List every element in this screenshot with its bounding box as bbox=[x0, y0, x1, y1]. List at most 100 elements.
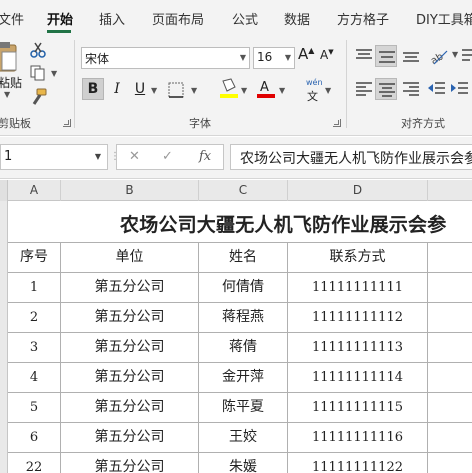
font-size-select[interactable]: 16 ▼ bbox=[253, 47, 295, 69]
clipboard-launcher-icon[interactable] bbox=[63, 119, 71, 127]
wrap-text-icon[interactable] bbox=[462, 47, 472, 65]
cell-name[interactable]: 王姣 bbox=[199, 423, 288, 452]
cell-unit[interactable]: 第五分公司 bbox=[61, 333, 199, 362]
cell-index[interactable]: 2 bbox=[8, 303, 61, 332]
phonetic-dropdown-icon[interactable]: ▼ bbox=[325, 86, 331, 95]
underline-dropdown-icon[interactable]: ▼ bbox=[151, 86, 157, 95]
header-cell-unit[interactable]: 单位 bbox=[61, 243, 199, 272]
insert-function-button[interactable]: fx bbox=[199, 149, 211, 164]
cell-empty[interactable] bbox=[428, 423, 472, 452]
align-top-icon[interactable] bbox=[354, 47, 374, 65]
font-group-label: 字体 bbox=[189, 117, 211, 130]
decrease-font-size-button[interactable]: A▼ bbox=[320, 48, 334, 62]
cell-index[interactable]: 1 bbox=[8, 273, 61, 302]
borders-icon[interactable] bbox=[167, 81, 187, 99]
fill-color-dropdown-icon[interactable]: ▼ bbox=[241, 86, 247, 95]
column-header-d[interactable]: D bbox=[288, 180, 428, 201]
cut-icon[interactable] bbox=[30, 42, 46, 58]
cell-unit[interactable]: 第五分公司 bbox=[61, 303, 199, 332]
tab-formulas[interactable]: 公式 bbox=[232, 9, 258, 28]
phonetic-guide-button[interactable]: wén bbox=[306, 78, 323, 87]
font-launcher-icon[interactable] bbox=[333, 119, 341, 127]
bold-button[interactable]: B bbox=[82, 78, 104, 100]
table-row: 1 第五分公司 何倩倩 11111111111 bbox=[8, 273, 472, 303]
tab-insert[interactable]: 插入 bbox=[99, 9, 125, 28]
orientation-icon[interactable]: ab bbox=[428, 45, 450, 67]
header-cell-empty[interactable] bbox=[428, 243, 472, 272]
font-name-select[interactable]: 宋体 ▼ bbox=[81, 47, 250, 69]
align-center-icon[interactable] bbox=[375, 78, 397, 100]
borders-dropdown-icon[interactable]: ▼ bbox=[191, 86, 197, 95]
tab-home[interactable]: 开始 bbox=[47, 9, 73, 28]
decrease-indent-icon[interactable] bbox=[427, 80, 447, 98]
cell-name[interactable]: 何倩倩 bbox=[199, 273, 288, 302]
cell-unit[interactable]: 第五分公司 bbox=[61, 423, 199, 452]
column-header-c[interactable]: C bbox=[199, 180, 288, 201]
cell-contact[interactable]: 11111111113 bbox=[288, 333, 428, 362]
align-middle-icon[interactable] bbox=[375, 45, 397, 67]
cell-name[interactable]: 陈平夏 bbox=[199, 393, 288, 422]
confirm-entry-icon[interactable]: ✓ bbox=[162, 149, 173, 164]
header-cell-contact[interactable]: 联系方式 bbox=[288, 243, 428, 272]
header-cell-name[interactable]: 姓名 bbox=[199, 243, 288, 272]
copy-dropdown-icon[interactable]: ▼ bbox=[51, 69, 57, 78]
cell-index[interactable]: 5 bbox=[8, 393, 61, 422]
cell-contact[interactable]: 11111111115 bbox=[288, 393, 428, 422]
underline-button[interactable]: U bbox=[129, 78, 151, 100]
cell-contact[interactable]: 11111111122 bbox=[288, 453, 428, 473]
paste-label[interactable]: 粘贴 bbox=[0, 74, 22, 91]
column-header-e[interactable] bbox=[428, 180, 472, 201]
title-row[interactable]: 农场公司大疆无人机飞防作业展示会参 bbox=[8, 201, 472, 243]
cell-unit[interactable]: 第五分公司 bbox=[61, 453, 199, 473]
italic-button[interactable]: I bbox=[106, 78, 128, 100]
name-box[interactable]: 1 ▼ bbox=[0, 144, 108, 170]
tab-page-layout[interactable]: 页面布局 bbox=[152, 9, 204, 28]
column-header-a[interactable]: A bbox=[8, 180, 61, 201]
orientation-dropdown-icon[interactable]: ▼ bbox=[452, 50, 458, 59]
paste-icon[interactable] bbox=[0, 40, 20, 74]
tab-file[interactable]: 文件 bbox=[0, 9, 24, 28]
formula-input[interactable]: 农场公司大疆无人机飞防作业展示会参 bbox=[230, 144, 472, 170]
cell-empty[interactable] bbox=[428, 273, 472, 302]
cell-contact[interactable]: 11111111111 bbox=[288, 273, 428, 302]
cell-empty[interactable] bbox=[428, 453, 472, 473]
increase-font-size-button[interactable]: A▲ bbox=[298, 45, 314, 63]
align-bottom-icon[interactable] bbox=[401, 47, 421, 65]
cell-name[interactable]: 蒋程燕 bbox=[199, 303, 288, 332]
header-cell-index[interactable]: 序号 bbox=[8, 243, 61, 272]
copy-icon[interactable] bbox=[30, 65, 48, 81]
cell-index[interactable]: 6 bbox=[8, 423, 61, 452]
cell-empty[interactable] bbox=[428, 303, 472, 332]
chevron-down-icon[interactable]: ▼ bbox=[95, 152, 101, 161]
font-color-dropdown-icon[interactable]: ▼ bbox=[279, 86, 285, 95]
cell-index[interactable]: 3 bbox=[8, 333, 61, 362]
cancel-entry-icon[interactable]: ✕ bbox=[129, 149, 140, 164]
cell-contact[interactable]: 11111111116 bbox=[288, 423, 428, 452]
cell-unit[interactable]: 第五分公司 bbox=[61, 363, 199, 392]
cell-name[interactable]: 蒋倩 bbox=[199, 333, 288, 362]
font-color-icon[interactable]: A bbox=[256, 77, 276, 99]
column-header-b[interactable]: B bbox=[61, 180, 199, 201]
cell-empty[interactable] bbox=[428, 363, 472, 392]
cell-contact[interactable]: 11111111112 bbox=[288, 303, 428, 332]
tab-fangfang[interactable]: 方方格子 bbox=[337, 9, 389, 28]
cell-index[interactable]: 4 bbox=[8, 363, 61, 392]
tab-data[interactable]: 数据 bbox=[284, 9, 310, 28]
cell-empty[interactable] bbox=[428, 333, 472, 362]
align-right-icon[interactable] bbox=[401, 80, 421, 98]
cell-name[interactable]: 朱媛 bbox=[199, 453, 288, 473]
cell-unit[interactable]: 第五分公司 bbox=[61, 273, 199, 302]
increase-indent-icon[interactable] bbox=[450, 80, 470, 98]
paste-dropdown-icon[interactable]: ▼ bbox=[4, 90, 10, 99]
fill-color-icon[interactable] bbox=[219, 77, 239, 99]
align-left-icon[interactable] bbox=[354, 80, 374, 98]
cell-contact[interactable]: 11111111114 bbox=[288, 363, 428, 392]
ribbon: 粘贴 ▼ ▼ 剪贴板 宋体 ▼ 16 ▼ A▲ A▼ B I U ▼ ▼ ▼ A… bbox=[0, 36, 472, 136]
format-painter-icon[interactable] bbox=[30, 88, 48, 106]
cell-unit[interactable]: 第五分公司 bbox=[61, 393, 199, 422]
cell-name[interactable]: 金开萍 bbox=[199, 363, 288, 392]
cell-index[interactable]: 22 bbox=[8, 453, 61, 473]
cell-empty[interactable] bbox=[428, 393, 472, 422]
tab-diy-toolbox[interactable]: DIY工具箱 bbox=[416, 9, 472, 28]
select-all-button[interactable] bbox=[0, 180, 8, 201]
